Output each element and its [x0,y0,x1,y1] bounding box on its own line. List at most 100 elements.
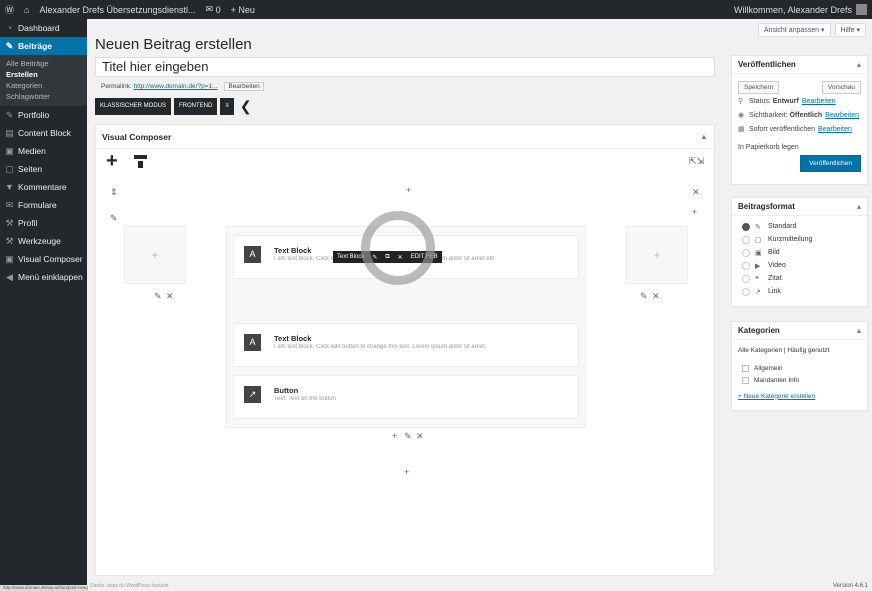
add-element-icon[interactable]: + [106,151,118,171]
sidebar-item-content-block[interactable]: ▤ Content Block [0,124,87,142]
site-name-link[interactable]: Alexander Drefs Übersetzungsdienstl... [34,0,200,19]
toggle-arrow-icon[interactable]: ▴ [857,60,861,69]
dashboard-icon: ◔ [6,23,13,33]
fullscreen-icon[interactable]: ⇱⇲ [689,156,704,167]
format-option-link[interactable]: ↗ Link [732,285,867,298]
radio-button[interactable] [742,222,750,231]
sidebar-item-label: Profil [18,218,38,228]
radio-button[interactable] [742,248,750,257]
format-option-image[interactable]: ▣ Bild [732,246,867,259]
add-column-top-icon[interactable]: + [406,185,411,195]
template-icon[interactable] [133,154,147,168]
empty-column-left[interactable]: + [124,226,186,284]
radio-button[interactable] [742,261,750,270]
text-block-element[interactable]: A Text Block I am text block. Click edit… [233,323,579,367]
sidebar-item-dashboard[interactable]: ◔ Dashboard [0,19,87,37]
classic-mode-button[interactable]: KLASSISCHER MODUS [95,98,172,115]
schedule-edit-link[interactable]: Bearbeiten [818,126,852,133]
checkbox[interactable] [742,376,749,384]
more-options-button[interactable]: ≡ [220,98,234,115]
category-item[interactable]: Allgemein [732,362,867,374]
radio-button[interactable] [742,287,750,296]
format-option-video[interactable]: ▶ Video [732,259,867,272]
format-box-title: Beitragsformat [738,202,795,211]
row-move-icon[interactable]: ⇕ [110,187,118,198]
preview-button[interactable]: Vorschau [821,80,861,94]
format-option-aside[interactable]: ▢ Kurzmitteilung [732,233,867,246]
add-row-icon[interactable]: + [404,467,409,477]
button-element[interactable]: ↗ Button Text: Text on the button [233,375,579,419]
column-delete-icon[interactable]: ✕ [166,291,174,302]
permalink-url[interactable]: http://www.domain.de/?p=1... [134,83,218,90]
row-delete-icon[interactable]: ✕ [692,187,700,198]
sidebar-item-pages[interactable]: ▢ Seiten [0,160,87,178]
comments-link[interactable]: ✉ 0 [201,0,226,19]
post-title-input[interactable]: Titel hier eingeben [95,57,715,77]
screen-meta-links: Ansicht anpassen ▾ Hilfe ▾ [757,23,866,37]
site-home-icon[interactable]: ⌂ [19,0,34,19]
footer-thankyou: Danke, dass du WordPress benutzt. [90,583,170,589]
column-delete-icon[interactable]: ✕ [652,291,660,302]
radio-button[interactable] [742,274,750,283]
sidebar-item-posts[interactable]: ✎ Beiträge [0,37,87,55]
category-item[interactable]: Mandanten Info [732,374,867,386]
sidebar-item-visual-composer[interactable]: ▣ Visual Composer [0,250,87,268]
submenu-item-tags[interactable]: Schlagwörter [0,91,87,102]
permalink-edit-button[interactable]: Bearbeiten [224,82,264,91]
frontend-editor-button[interactable]: FRONTEND [174,98,218,115]
submenu-item-categories[interactable]: Kategorien [0,80,87,91]
toggle-arrow-icon[interactable]: ▴ [857,202,861,211]
tab-popular-categories[interactable]: Häufig genutzt [787,347,829,354]
row-add-icon[interactable]: + [692,207,697,217]
publish-button[interactable]: Veröffentlichen [800,155,861,172]
toggle-arrow-icon[interactable]: ▴ [857,326,861,335]
column-delete-icon[interactable]: ✕ [416,431,424,442]
sidebar-item-label: Portfolio [18,110,50,120]
save-draft-button[interactable]: Speichern [738,80,780,94]
sidebar-item-portfolio[interactable]: ✎ Portfolio [0,106,87,124]
column-add-icon[interactable]: + [392,431,397,441]
empty-column-right[interactable]: + [626,226,688,284]
sidebar-item-forms[interactable]: ✉ Formulare [0,196,87,214]
status-value: Entwurf [772,97,799,105]
chevron-left-icon[interactable]: ❮ [240,98,252,115]
screen-options-button[interactable]: Ansicht anpassen ▾ [757,23,831,37]
status-edit-link[interactable]: Bearbeiten [802,98,836,105]
column-edit-icon[interactable]: ✎ [404,431,412,442]
checkbox[interactable] [742,364,749,372]
categories-box-header: Kategorien ▴ [732,322,867,340]
greeting-text: Willkommen, Alexander Drefs [733,4,852,15]
account-menu[interactable]: Willkommen, Alexander Drefs [729,0,872,19]
element-title: Button [274,386,299,395]
add-new-category-link[interactable]: + Neue Kategorie erstellen [738,393,815,400]
toggle-arrow-icon[interactable]: ▴ [702,131,706,142]
image-icon: ▣ [755,249,762,257]
new-content-link[interactable]: + Neu [226,0,260,19]
format-label: Kurzmitteilung [768,236,813,243]
sidebar-collapse-menu[interactable]: ◀ Menü einklappen [0,268,87,286]
format-label: Bild [768,249,780,256]
radio-button[interactable] [742,235,750,244]
tab-all-categories[interactable]: Alle Kategorien [738,347,782,354]
sidebar-item-tools[interactable]: ⚒ Werkzeuge [0,232,87,250]
visibility-edit-link[interactable]: Bearbeiten [825,112,859,119]
wordpress-logo-icon[interactable]: Ⓦ [0,0,19,19]
submenu-item-new-post[interactable]: Erstellen [0,69,87,80]
format-option-standard[interactable]: ✎ Standard [732,220,867,233]
permalink-label: Permalink: [101,83,132,90]
move-to-trash-link[interactable]: In Papierkorb legen [738,144,799,151]
category-label: Allgemein [754,364,783,372]
column-edit-icon[interactable]: ✎ [640,291,648,302]
format-option-quote[interactable]: ❝ Zitat [732,272,867,285]
row-edit-icon[interactable]: ✎ [110,213,118,224]
add-to-column-icon[interactable]: + [627,227,687,283]
sidebar-item-comments[interactable]: ▼ Kommentare [0,178,87,196]
sidebar-item-media[interactable]: ▣ Medien [0,142,87,160]
help-button[interactable]: Hilfe ▾ [834,23,866,37]
publish-box-header: Veröffentlichen ▴ [732,56,867,74]
admin-sidebar: ◔ Dashboard ✎ Beiträge Alle Beiträge Erste… [0,19,87,591]
submenu-item-all-posts[interactable]: Alle Beiträge [0,58,87,69]
column-edit-icon[interactable]: ✎ [154,291,162,302]
add-to-column-icon[interactable]: + [125,227,185,283]
sidebar-item-profile[interactable]: ⚒ Profil [0,214,87,232]
